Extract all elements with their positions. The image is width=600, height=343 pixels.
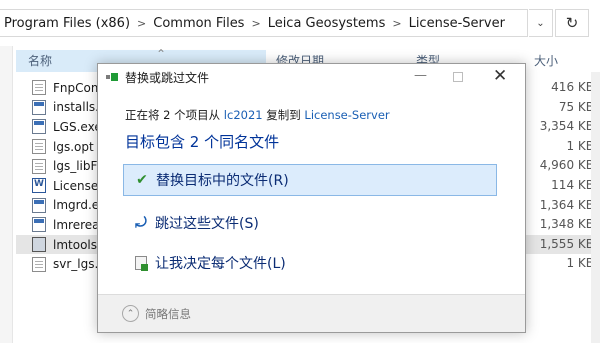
address-bar: Program Files (x86) > Common Files > Lei…	[0, 0, 600, 46]
exe-file-icon	[32, 217, 46, 233]
less-details-button[interactable]: ⌃ 简略信息	[122, 305, 191, 322]
file-size: 114 KB	[551, 177, 594, 192]
exe-file-icon	[32, 197, 46, 213]
column-name-label: 名称	[28, 54, 53, 68]
file-icon	[32, 139, 46, 155]
word-file-icon	[32, 178, 46, 194]
progress-prefix: 正在将 2 个项目从	[125, 108, 224, 122]
destination-folder-link[interactable]: License-Server	[304, 108, 389, 122]
refresh-icon: ↻	[565, 14, 579, 32]
file-size: 1,364 KB	[539, 197, 594, 212]
file-size: 416 KB	[551, 80, 594, 94]
file-size: 1 KB	[566, 256, 594, 271]
sort-up-icon: ⌃	[156, 47, 167, 61]
exe-file-icon	[32, 99, 46, 115]
chevron-right-icon: >	[137, 16, 147, 30]
dialog-footer: ⌃ 简略信息	[98, 294, 525, 332]
less-details-label: 简略信息	[145, 306, 191, 321]
breadcrumb-program-files[interactable]: Program Files (x86)	[4, 16, 130, 31]
source-folder-link[interactable]: lc2021	[224, 108, 263, 122]
maximize-button[interactable]	[453, 72, 463, 82]
chevron-up-circle-icon: ⌃	[122, 305, 139, 322]
dialog-titlebar[interactable]: 替换或跳过文件 — ✕	[98, 64, 525, 91]
file-name: FnpCom	[53, 80, 103, 95]
file-icon	[32, 256, 46, 272]
decide-each-file-label: 让我决定每个文件(L)	[155, 256, 286, 272]
breadcrumb-license-server[interactable]: License-Server	[409, 16, 505, 31]
skip-icon: ⤾	[135, 215, 147, 231]
chevron-right-icon: >	[251, 16, 261, 30]
column-size[interactable]: 大小	[534, 50, 558, 72]
file-icon	[32, 80, 46, 96]
breadcrumb[interactable]: Program Files (x86) > Common Files > Lei…	[0, 9, 528, 37]
navigation-pane[interactable]	[0, 46, 13, 343]
exe-file-icon	[32, 119, 46, 135]
file-name: lgs.opt	[53, 139, 94, 154]
minimize-button[interactable]: —	[414, 68, 427, 83]
app-file-icon	[32, 237, 46, 253]
skip-files-label: 跳过这些文件(S)	[155, 216, 259, 232]
copy-app-icon	[106, 72, 120, 82]
close-button[interactable]: ✕	[493, 66, 507, 86]
refresh-button[interactable]: ↻	[555, 9, 589, 37]
breadcrumb-leica-geosystems[interactable]: Leica Geosystems	[268, 16, 386, 31]
file-size: 75 KB	[558, 99, 594, 114]
file-icon	[32, 158, 46, 174]
replace-files-option[interactable]: ✔ 替换目标中的文件(R)	[123, 164, 497, 196]
replace-files-label: 替换目标中的文件(R)	[156, 173, 289, 189]
chevron-down-icon: ⌄	[536, 17, 545, 29]
vertical-scrollbar[interactable]	[591, 72, 600, 343]
file-size: 1 KB	[566, 138, 594, 153]
dialog-title: 替换或跳过文件	[125, 71, 210, 85]
check-icon: ✔	[136, 172, 148, 188]
compare-files-icon	[135, 256, 148, 271]
file-name: LGS.exe	[53, 119, 102, 134]
file-size: 3,354 KB	[539, 119, 594, 134]
decide-each-file-option[interactable]: 让我决定每个文件(L)	[123, 247, 497, 279]
copy-progress-text: 正在将 2 个项目从 lc2021 复制到 License-Server	[125, 107, 390, 123]
address-history-button[interactable]: ⌄	[529, 9, 553, 37]
file-size: 4,960 KB	[539, 158, 594, 173]
skip-files-option[interactable]: ⤾ 跳过这些文件(S)	[123, 207, 497, 239]
chevron-right-icon: >	[392, 16, 402, 30]
breadcrumb-common-files[interactable]: Common Files	[153, 16, 244, 31]
file-size: 1,555 KB	[539, 236, 594, 251]
dialog-heading: 目标包含 2 个同名文件	[125, 133, 280, 151]
progress-middle: 复制到	[262, 108, 305, 122]
file-size: 1,348 KB	[539, 217, 594, 232]
replace-or-skip-dialog: 替换或跳过文件 — ✕ 正在将 2 个项目从 lc2021 复制到 Licens…	[97, 63, 526, 333]
